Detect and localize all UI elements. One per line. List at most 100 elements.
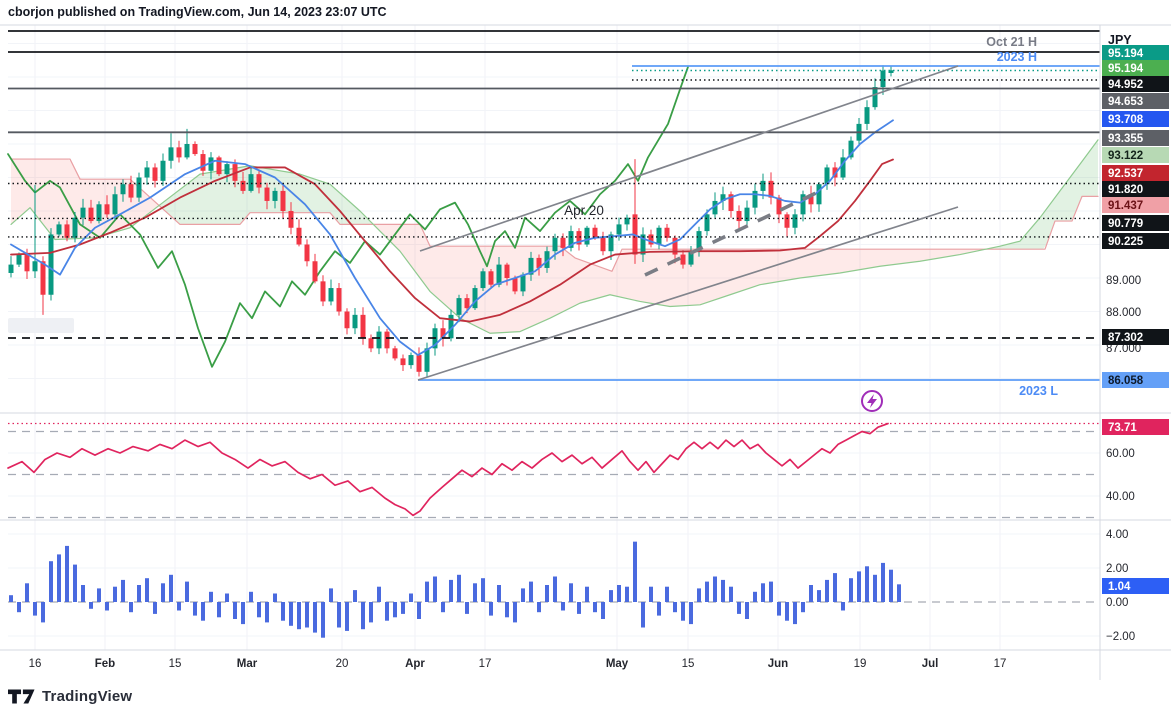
ichimoku-cloud: [1071, 171, 1075, 221]
ichimoku-cloud: [171, 193, 175, 220]
ichimoku-cloud: [1043, 208, 1047, 249]
ichimoku-cloud: [507, 246, 511, 332]
histogram-bar: [97, 588, 101, 602]
histogram-bar: [393, 602, 397, 617]
time-axis-label[interactable]: Mar: [237, 658, 258, 670]
time-axis-label[interactable]: Feb: [95, 658, 115, 670]
histogram-bar: [649, 587, 653, 602]
ichimoku-cloud: [467, 246, 471, 324]
ichimoku-cloud: [911, 249, 915, 262]
ichimoku-cloud: [943, 249, 947, 257]
ichimoku-cloud: [243, 166, 247, 221]
histogram-bar: [689, 602, 693, 624]
histogram-bar: [529, 582, 533, 602]
price-axis-chip-text: 95.194: [1108, 48, 1144, 60]
histogram-bar: [769, 582, 773, 602]
candle-body: [513, 278, 518, 291]
histogram-bar: [489, 602, 493, 616]
histogram-bar: [561, 602, 565, 611]
ichimoku-cloud: [863, 249, 867, 269]
ichimoku-cloud: [659, 249, 663, 305]
ichimoku-cloud: [895, 249, 899, 264]
time-axis-label[interactable]: 16: [29, 658, 42, 670]
ichimoku-cloud: [647, 249, 651, 303]
ichimoku-cloud: [727, 249, 731, 296]
histogram-bar: [849, 578, 853, 602]
histogram-bar: [177, 602, 181, 611]
price-axis-chip-text: 73.71: [1108, 422, 1137, 434]
candle-body: [585, 228, 590, 245]
ichimoku-cloud: [495, 246, 499, 333]
candle-body: [761, 181, 766, 191]
time-axis-label[interactable]: Jul: [922, 658, 939, 670]
histogram-bar: [473, 583, 477, 602]
histogram-bar: [737, 602, 741, 614]
ichimoku-cloud: [931, 249, 935, 259]
candle-body: [457, 298, 462, 315]
ichimoku-cloud: [823, 249, 827, 275]
ichimoku-cloud: [623, 249, 627, 298]
candle-body: [41, 261, 46, 295]
histogram-bar: [785, 602, 789, 621]
time-axis-label[interactable]: 20: [336, 658, 349, 670]
ichimoku-cloud: [1087, 149, 1091, 196]
histogram-bar: [353, 590, 357, 602]
tradingview-footer[interactable]: TradingView: [8, 688, 132, 705]
ichimoku-cloud: [795, 249, 799, 279]
ichimoku-cloud: [939, 249, 943, 258]
ichimoku-cloud: [783, 249, 787, 281]
ichimoku-cloud: [499, 246, 503, 333]
candle-body: [505, 265, 510, 278]
histogram-bar: [441, 602, 445, 612]
price-axis-chip-text: 95.194: [1108, 63, 1144, 75]
candle-body: [617, 224, 622, 234]
histogram-bar: [481, 578, 485, 602]
chart-host[interactable]: Oct 21 H2023 H2023 LApr 20JPY89.00088.00…: [0, 0, 1171, 716]
candle-body: [369, 338, 374, 348]
price-chart-canvas[interactable]: Oct 21 H2023 H2023 LApr 20JPY89.00088.00…: [0, 0, 1171, 716]
chart-annotation: Apr 20: [564, 203, 604, 218]
histogram-bar: [753, 592, 757, 602]
ichimoku-cloud: [819, 249, 823, 275]
ichimoku-cloud: [879, 249, 883, 266]
histogram-bar: [705, 582, 709, 602]
time-axis-label[interactable]: 17: [479, 658, 492, 670]
ichimoku-cloud: [851, 249, 855, 271]
candle-body: [881, 71, 886, 88]
histogram-bar: [817, 590, 821, 602]
histogram-bar: [385, 602, 389, 621]
ichimoku-cloud: [847, 249, 851, 272]
ichimoku-cloud: [447, 246, 451, 310]
time-axis-label[interactable]: 19: [854, 658, 867, 670]
ichimoku-cloud: [407, 224, 411, 266]
time-axis-label[interactable]: 15: [682, 658, 695, 670]
candle-body: [409, 355, 414, 365]
ichimoku-cloud: [595, 265, 599, 299]
histogram-bar: [833, 573, 837, 602]
histogram-bar: [873, 575, 877, 602]
histogram-bar: [537, 602, 541, 612]
histogram-bar: [745, 602, 749, 619]
histogram-bar: [233, 602, 237, 619]
histogram-bar: [145, 578, 149, 602]
price-axis-tick: 89.000: [1106, 275, 1141, 287]
histogram-bar: [897, 584, 901, 602]
ichimoku-cloud: [451, 246, 455, 314]
candle-body: [521, 275, 526, 292]
histogram-bar: [865, 566, 869, 602]
time-axis-label[interactable]: Apr: [405, 658, 425, 670]
ichimoku-cloud: [1095, 140, 1098, 196]
ichimoku-cloud: [839, 249, 843, 273]
histogram-bar: [569, 583, 573, 602]
ichimoku-cloud: [419, 224, 423, 282]
histogram-bar: [425, 582, 429, 602]
time-axis-label[interactable]: May: [606, 658, 629, 670]
time-axis-label[interactable]: 15: [169, 658, 182, 670]
time-axis-label[interactable]: Jun: [768, 658, 788, 670]
histogram-bar: [577, 602, 581, 614]
ichimoku-cloud: [763, 249, 767, 284]
histogram-bar: [617, 585, 621, 602]
ichimoku-cloud: [855, 249, 859, 270]
ichimoku-cloud: [439, 246, 443, 303]
time-axis-label[interactable]: 17: [994, 658, 1007, 670]
